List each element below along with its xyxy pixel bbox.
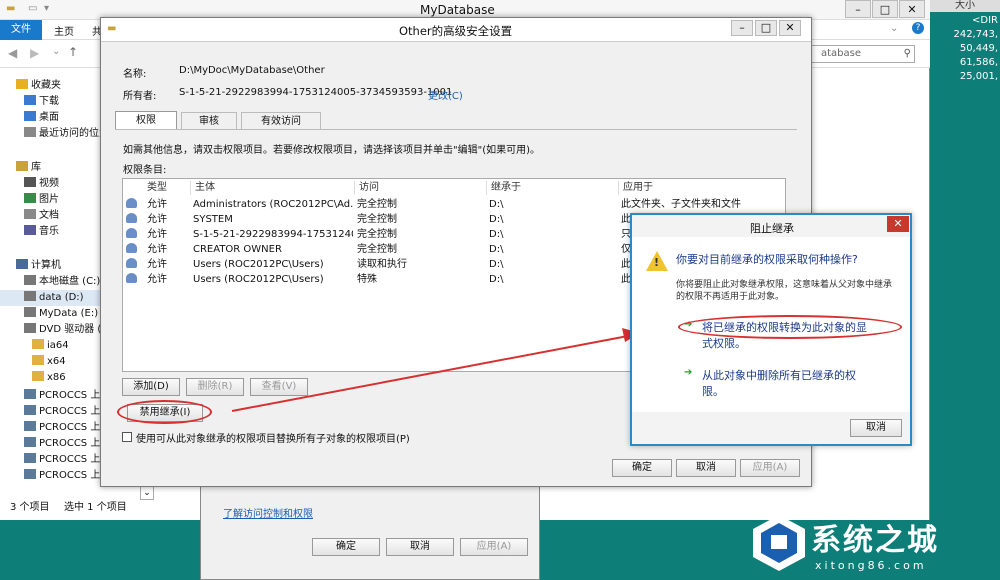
block-cancel-button[interactable]: 取消: [850, 419, 902, 437]
logo-url: xitong86.com: [815, 559, 927, 572]
convert-option[interactable]: ➔ 将已继承的权限转换为此对象的显 式权限。: [676, 317, 902, 355]
block-dialog-title: 阻止继承: [750, 222, 794, 235]
block-dialog-body: ! 你要对目前继承的权限采取何种操作? 你将要阻止此对象继承权限，这意味着从父对…: [632, 237, 910, 412]
remove-option[interactable]: ➔ 从此对象中删除所有已继承的权 限。: [676, 365, 902, 403]
block-dialog-titlebar: 阻止继承 ✕: [632, 215, 910, 237]
block-inheritance-dialog: 阻止继承 ✕ ! 你要对目前继承的权限采取何种操作? 你将要阻止此对象继承权限，…: [630, 213, 912, 446]
remove-option-line1: 从此对象中删除所有已继承的权: [702, 369, 856, 382]
remove-option-line2: 限。: [702, 385, 724, 398]
green-arrow-icon: ➔: [684, 367, 693, 378]
block-close-button[interactable]: ✕: [887, 216, 909, 232]
logo-emblem-icon: [753, 515, 805, 571]
block-question: 你要对目前继承的权限采取何种操作?: [676, 253, 858, 266]
site-logo: 系统之城 xitong86.com: [745, 505, 1000, 580]
block-desc-line2: 的权限不再适用于此对象。: [676, 292, 785, 302]
logo-name: 系统之城: [811, 523, 939, 558]
convert-option-line2: 式权限。: [702, 337, 746, 350]
warning-mark: !: [654, 256, 660, 269]
green-arrow-icon: ➔: [684, 319, 693, 330]
convert-option-line1: 将已继承的权限转换为此对象的显: [702, 321, 867, 334]
